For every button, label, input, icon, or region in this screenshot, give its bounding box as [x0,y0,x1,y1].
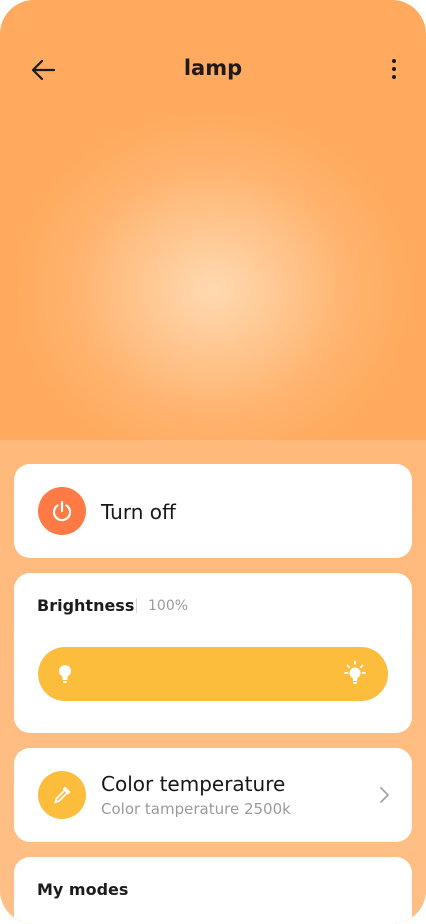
brightness-slider-fill [38,647,388,701]
color-temperature-icon-circle [38,771,86,819]
top-bar: lamp [0,42,426,98]
eyedropper-icon [54,786,71,804]
bulb-dim-icon [59,665,71,683]
more-vertical-icon [392,59,396,79]
color-temperature-title: Color temperature [101,772,286,796]
brightness-card: Brightness 100% [14,573,412,733]
brightness-title: Brightness [37,596,135,615]
brightness-value: 100% [148,598,189,614]
color-temperature-subtitle: Color tamperature 2500k [101,800,291,818]
lamp-control-screen: lamp Turn off Brightness 100% Color temp… [0,0,426,924]
bulb-bright-icon [344,660,366,684]
power-label: Turn off [101,500,176,524]
back-button[interactable] [28,54,60,86]
more-button[interactable] [388,56,400,84]
power-card[interactable]: Turn off [14,464,412,558]
my-modes-card[interactable]: My modes [14,857,412,924]
arrow-left-icon [31,59,56,81]
page-title: lamp [183,56,243,80]
divider [136,598,137,613]
color-temperature-card[interactable]: Color temperature Color tamperature 2500… [14,748,412,842]
brightness-slider[interactable] [38,647,388,701]
my-modes-title: My modes [37,880,129,899]
chevron-right-icon [380,787,389,803]
power-icon [52,500,72,522]
power-button[interactable] [38,487,86,535]
